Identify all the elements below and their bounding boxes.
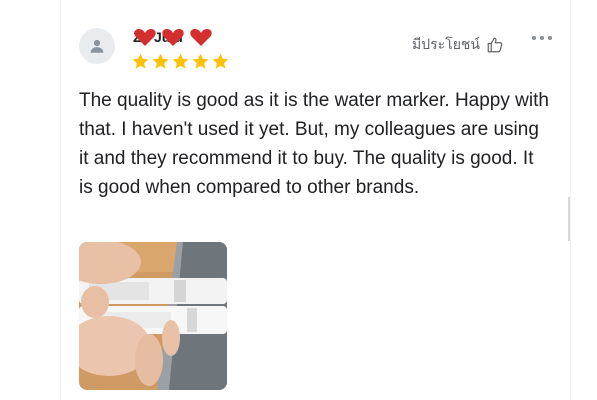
heart-icon xyxy=(134,29,212,46)
helpful-button[interactable]: มีประโยชน์ xyxy=(412,34,504,56)
review-text: The quality is good as it is the water m… xyxy=(79,90,549,198)
star-icon xyxy=(192,53,209,69)
reviewer-name: Zu Ju u xyxy=(133,26,212,48)
star-icon xyxy=(172,53,189,69)
review-card: Zu Ju u มีประโยชน์ The quality is good a… xyxy=(60,0,571,400)
avatar[interactable] xyxy=(79,28,115,64)
more-horizontal-icon xyxy=(540,36,544,40)
user-icon xyxy=(90,39,104,53)
thumbs-up-icon xyxy=(487,37,503,53)
review-photo-image xyxy=(79,242,227,390)
star-icon xyxy=(132,53,149,69)
more-horizontal-icon xyxy=(548,36,552,40)
helpful-label: มีประโยชน์ xyxy=(412,37,480,53)
star-icon xyxy=(152,53,169,69)
more-horizontal-icon xyxy=(532,36,536,40)
more-options-button[interactable] xyxy=(532,36,552,40)
scrollbar[interactable] xyxy=(568,197,570,241)
review-photo[interactable] xyxy=(79,242,227,390)
star-icon xyxy=(212,53,229,69)
rating-stars xyxy=(131,52,230,71)
